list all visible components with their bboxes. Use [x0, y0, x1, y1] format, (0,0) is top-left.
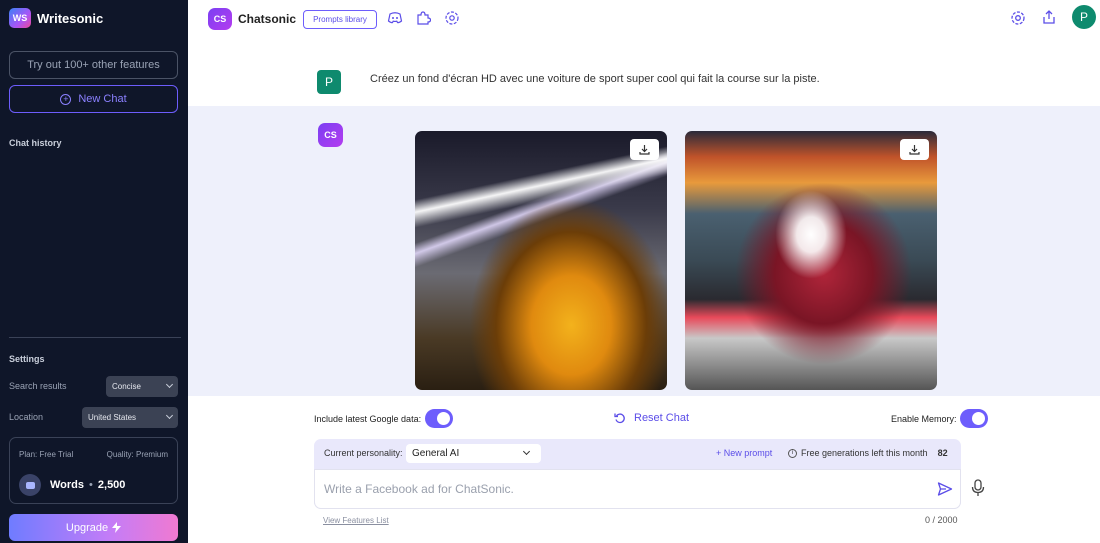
settings-icon[interactable]	[1010, 10, 1026, 26]
reset-icon	[614, 413, 625, 424]
upgrade-label: Upgrade	[65, 521, 109, 534]
brand-name: Writesonic	[37, 10, 104, 26]
download-icon	[909, 145, 920, 155]
puzzle-icon[interactable]	[415, 10, 431, 26]
chevron-down-icon	[165, 380, 174, 389]
search-results-label: Search results	[9, 381, 67, 391]
personality-value: General AI	[412, 448, 460, 459]
upgrade-button[interactable]: Upgrade	[9, 514, 178, 541]
share-icon[interactable]	[1041, 9, 1057, 25]
chevron-down-icon	[165, 411, 174, 420]
new-chat-button[interactable]: + New Chat	[9, 85, 178, 113]
plus-icon: +	[60, 93, 72, 105]
download-button[interactable]	[900, 139, 929, 160]
sidebar: WS Writesonic Try out 100+ other feature…	[0, 0, 188, 543]
search-results-value: Concise	[112, 382, 141, 391]
chevron-down-icon	[522, 447, 531, 456]
char-count: 0 / 2000	[925, 515, 958, 525]
sidebar-divider	[9, 337, 181, 338]
new-prompt-button[interactable]: + New prompt	[716, 448, 772, 458]
writesonic-logo: WS	[9, 8, 31, 28]
user-message-avatar: P	[317, 70, 341, 94]
gear-badge-icon[interactable]	[444, 10, 460, 26]
try-features-button[interactable]: Try out 100+ other features	[9, 51, 178, 79]
send-icon[interactable]	[937, 481, 953, 497]
plan-box: Plan: Free Trial Quality: Premium Words …	[9, 437, 178, 504]
reset-chat-label: Reset Chat	[634, 412, 690, 424]
words-row: Words • 2,500	[19, 474, 125, 496]
include-google-label: Include latest Google data:	[314, 414, 422, 424]
chat-input[interactable]	[324, 478, 914, 500]
info-icon: i	[788, 448, 797, 458]
page-title: Chatsonic	[238, 12, 297, 26]
location-label: Location	[9, 412, 44, 422]
location-value: United States	[88, 413, 137, 422]
bot-avatar: CS	[318, 123, 343, 147]
chat-history-title: Chat history	[9, 138, 62, 148]
reset-chat-button[interactable]: Reset Chat	[614, 412, 689, 424]
download-icon	[639, 145, 650, 155]
enable-memory-toggle[interactable]	[960, 409, 988, 428]
search-results-select[interactable]: Concise	[106, 376, 178, 397]
words-icon	[19, 474, 41, 496]
view-features-link[interactable]: View Features List	[323, 516, 389, 525]
user-avatar-top[interactable]: P	[1072, 5, 1096, 29]
location-select[interactable]: United States	[82, 407, 178, 428]
generated-image-2	[685, 131, 937, 390]
download-button[interactable]	[630, 139, 659, 160]
prompt-panel: Current personality: General AI + New pr…	[314, 439, 961, 509]
lightning-icon	[112, 522, 122, 533]
personality-label: Current personality:	[324, 448, 403, 458]
prompts-library-button[interactable]: Prompts library	[303, 10, 377, 29]
quality-label: Quality: Premium	[106, 450, 168, 459]
personality-select[interactable]: General AI	[406, 444, 541, 463]
free-generations-label: Free generations left this month	[801, 448, 928, 458]
settings-title: Settings	[9, 354, 45, 364]
free-generations-count: 82	[937, 448, 948, 458]
words-label: Words	[50, 479, 85, 491]
generated-image-1	[415, 131, 667, 390]
chat-input-box	[314, 469, 961, 509]
plan-label: Plan: Free Trial	[19, 450, 74, 459]
include-google-toggle[interactable]	[425, 409, 453, 428]
discord-icon[interactable]	[387, 10, 403, 26]
mic-icon[interactable]	[971, 479, 985, 497]
chatsonic-logo: CS	[208, 8, 232, 30]
enable-memory-label: Enable Memory:	[891, 414, 957, 424]
free-generations: i Free generations left this month 82	[788, 448, 948, 458]
words-count: 2,500	[97, 479, 126, 491]
user-message: Créez un fond d'écran HD avec une voitur…	[370, 73, 820, 85]
new-chat-label: New Chat	[78, 93, 127, 105]
words-separator: •	[89, 479, 93, 491]
brand[interactable]: WS Writesonic	[9, 8, 103, 28]
